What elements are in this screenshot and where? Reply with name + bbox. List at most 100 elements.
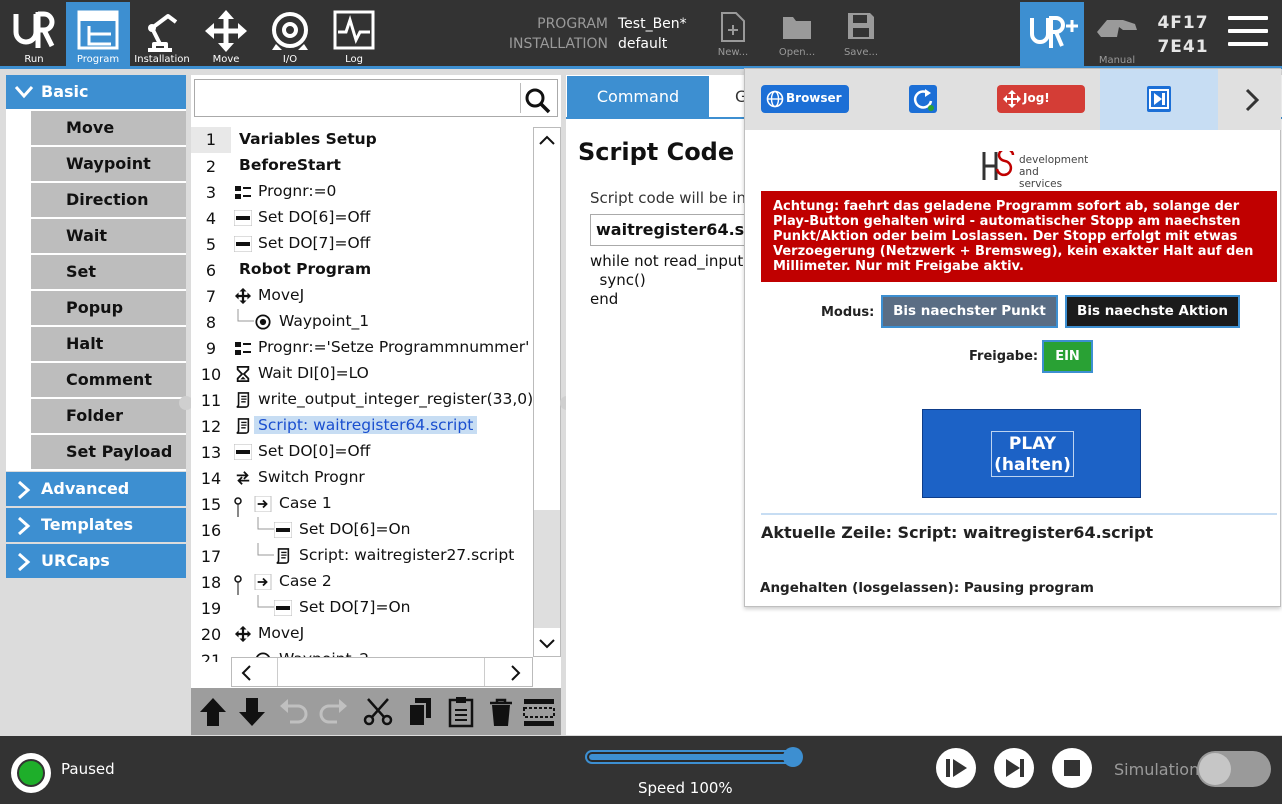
- jog-button[interactable]: Jog!: [997, 85, 1085, 113]
- redo-icon[interactable]: [317, 696, 351, 728]
- tree-line-variables-setup[interactable]: 1 Variables Setup: [191, 127, 533, 153]
- open-button[interactable]: Open...: [772, 8, 822, 64]
- tree-line-switch-prognr[interactable]: 14 Switch Prognr: [191, 465, 533, 491]
- paste-icon[interactable]: [444, 696, 478, 728]
- sidebar-item-wait[interactable]: Wait: [31, 219, 186, 253]
- sidebar-item-comment[interactable]: Comment: [31, 363, 186, 397]
- tree-node-label: Wait DI[0]=LO: [258, 364, 369, 382]
- speed-slider[interactable]: [585, 750, 801, 764]
- modus-next-point-button[interactable]: Bis naechster Punkt: [881, 295, 1058, 328]
- step-button-footer[interactable]: [994, 748, 1034, 788]
- urcap-toolbar-button[interactable]: [1020, 2, 1084, 66]
- category-advanced[interactable]: Advanced: [6, 472, 186, 506]
- robot-status-button[interactable]: [11, 753, 51, 793]
- line-number: 15: [200, 495, 222, 514]
- category-urcaps[interactable]: URCaps: [6, 544, 186, 578]
- tree-node-label: Switch Prognr: [258, 468, 365, 486]
- category-basic[interactable]: Basic: [6, 75, 186, 109]
- sidebar-item-set[interactable]: Set: [31, 255, 186, 289]
- modus-next-action-button[interactable]: Bis naechste Aktion: [1065, 295, 1240, 328]
- play-hold-button[interactable]: PLAY (halten): [922, 409, 1141, 498]
- tree-line-wait-di0[interactable]: 10 Wait DI[0]=LO: [191, 361, 533, 387]
- sidebar-item-waypoint[interactable]: Waypoint: [31, 147, 186, 181]
- line-number: 11: [200, 391, 222, 410]
- play-button[interactable]: [936, 748, 976, 788]
- tree-node-label: Set DO[6]=Off: [258, 208, 371, 226]
- chevron-left-icon[interactable]: [240, 665, 252, 681]
- copy-icon[interactable]: [403, 696, 437, 728]
- tree-line-movej[interactable]: 7 MoveJ: [191, 283, 533, 309]
- tree-line-prognr-setze[interactable]: 9 Prognr:='Setze Programmnummer': [191, 335, 533, 361]
- new-button[interactable]: New...: [708, 8, 758, 64]
- tree-line-movej-2[interactable]: 20 MoveJ: [191, 621, 533, 647]
- tree-scroll-thumb[interactable]: [534, 510, 560, 628]
- tree-line-script-waitregister64[interactable]: 12 Script: waitregister64.script: [191, 413, 533, 439]
- simulation-toggle[interactable]: [1197, 751, 1271, 787]
- tree-line-robot-program[interactable]: 6 Robot Program: [191, 257, 533, 283]
- stop-icon: [1064, 760, 1080, 776]
- set-icon: [234, 444, 252, 460]
- tree-line-set-do7-on[interactable]: 19 Set DO[7]=On: [191, 595, 533, 621]
- tree-line-script-waitregister27[interactable]: 17 Script: waitregister27.script: [191, 543, 533, 569]
- chevron-right-icon[interactable]: [510, 665, 522, 681]
- tree-line-beforestart[interactable]: 2 BeforeStart: [191, 153, 533, 179]
- tree-expand-icon: [234, 497, 242, 517]
- cut-icon[interactable]: [361, 696, 395, 728]
- move-up-icon[interactable]: [196, 696, 230, 728]
- tree-hscroll-thumb[interactable]: [277, 658, 485, 686]
- sidebar-item-label: Set: [66, 262, 97, 281]
- tree-line-case-1[interactable]: 15 Case 1: [191, 491, 533, 517]
- nav-move[interactable]: Move: [194, 2, 258, 66]
- sidebar-item-halt[interactable]: Halt: [31, 327, 186, 361]
- line-number: 18: [200, 573, 222, 592]
- manual-mode[interactable]: Manual: [1090, 8, 1144, 66]
- sidebar-item-folder[interactable]: Folder: [31, 399, 186, 433]
- stop-button[interactable]: [1052, 748, 1092, 788]
- tree-line-set-do6-on[interactable]: 16 Set DO[6]=On: [191, 517, 533, 543]
- tree-line-prognr-assign[interactable]: 3 Prognr:=0: [191, 179, 533, 205]
- refresh-button[interactable]: [909, 85, 937, 113]
- category-templates[interactable]: Templates: [6, 508, 186, 542]
- divider: [761, 513, 1277, 515]
- sidebar-item-set-payload[interactable]: Set Payload: [31, 435, 186, 469]
- tree-line-waypoint-1[interactable]: 8 Waypoint_1: [191, 309, 533, 335]
- browser-button[interactable]: Browser: [761, 85, 849, 113]
- line-number: 3: [205, 183, 217, 202]
- speed-slider-handle[interactable]: [783, 747, 803, 767]
- nav-move-label: Move: [212, 54, 240, 65]
- set-icon: [274, 600, 292, 616]
- move-down-icon[interactable]: [235, 696, 269, 728]
- serial-line-1: 4F17: [1157, 13, 1209, 33]
- nav-installation[interactable]: Installation: [130, 2, 194, 66]
- sidebar-item-popup[interactable]: Popup: [31, 291, 186, 325]
- tree-line-set-do0[interactable]: 13 Set DO[0]=Off: [191, 439, 533, 465]
- tree-vertical-scrollbar[interactable]: [533, 127, 561, 657]
- tree-node-label: Set DO[7]=Off: [258, 234, 371, 252]
- delete-icon[interactable]: [484, 696, 518, 728]
- tree-line-set-do7[interactable]: 5 Set DO[7]=Off: [191, 231, 533, 257]
- chevron-right-icon[interactable]: [1237, 86, 1267, 114]
- tree-search-input[interactable]: [194, 79, 558, 117]
- save-button[interactable]: Save...: [836, 8, 886, 64]
- nav-io[interactable]: I/O: [258, 2, 322, 66]
- sidebar-item-direction[interactable]: Direction: [31, 183, 186, 217]
- sidebar-item-move[interactable]: Move: [31, 111, 186, 145]
- tree-horizontal-scrollbar[interactable]: [231, 657, 533, 687]
- tab-command[interactable]: Command: [567, 76, 709, 117]
- chevron-down-icon[interactable]: [539, 638, 555, 650]
- play-button-label: PLAY (halten): [991, 431, 1074, 477]
- tree-line-set-do6[interactable]: 4 Set DO[6]=Off: [191, 205, 533, 231]
- chevron-up-icon[interactable]: [539, 134, 555, 146]
- step-button[interactable]: [1147, 86, 1171, 112]
- search-icon[interactable]: [525, 88, 551, 114]
- tree-line-write-register[interactable]: 11 write_output_integer_register(33,0): [191, 387, 533, 413]
- nav-run[interactable]: Run: [2, 2, 66, 66]
- script-file-select[interactable]: waitregister64.sc: [590, 214, 760, 246]
- tree-line-case-2[interactable]: 18 Case 2: [191, 569, 533, 595]
- hamburger-menu-icon[interactable]: [1228, 16, 1268, 50]
- nav-log[interactable]: Log: [322, 2, 386, 66]
- suppress-icon[interactable]: [522, 696, 556, 728]
- freigabe-toggle[interactable]: EIN: [1042, 340, 1093, 373]
- undo-icon[interactable]: [276, 696, 310, 728]
- nav-program[interactable]: Program: [66, 2, 130, 66]
